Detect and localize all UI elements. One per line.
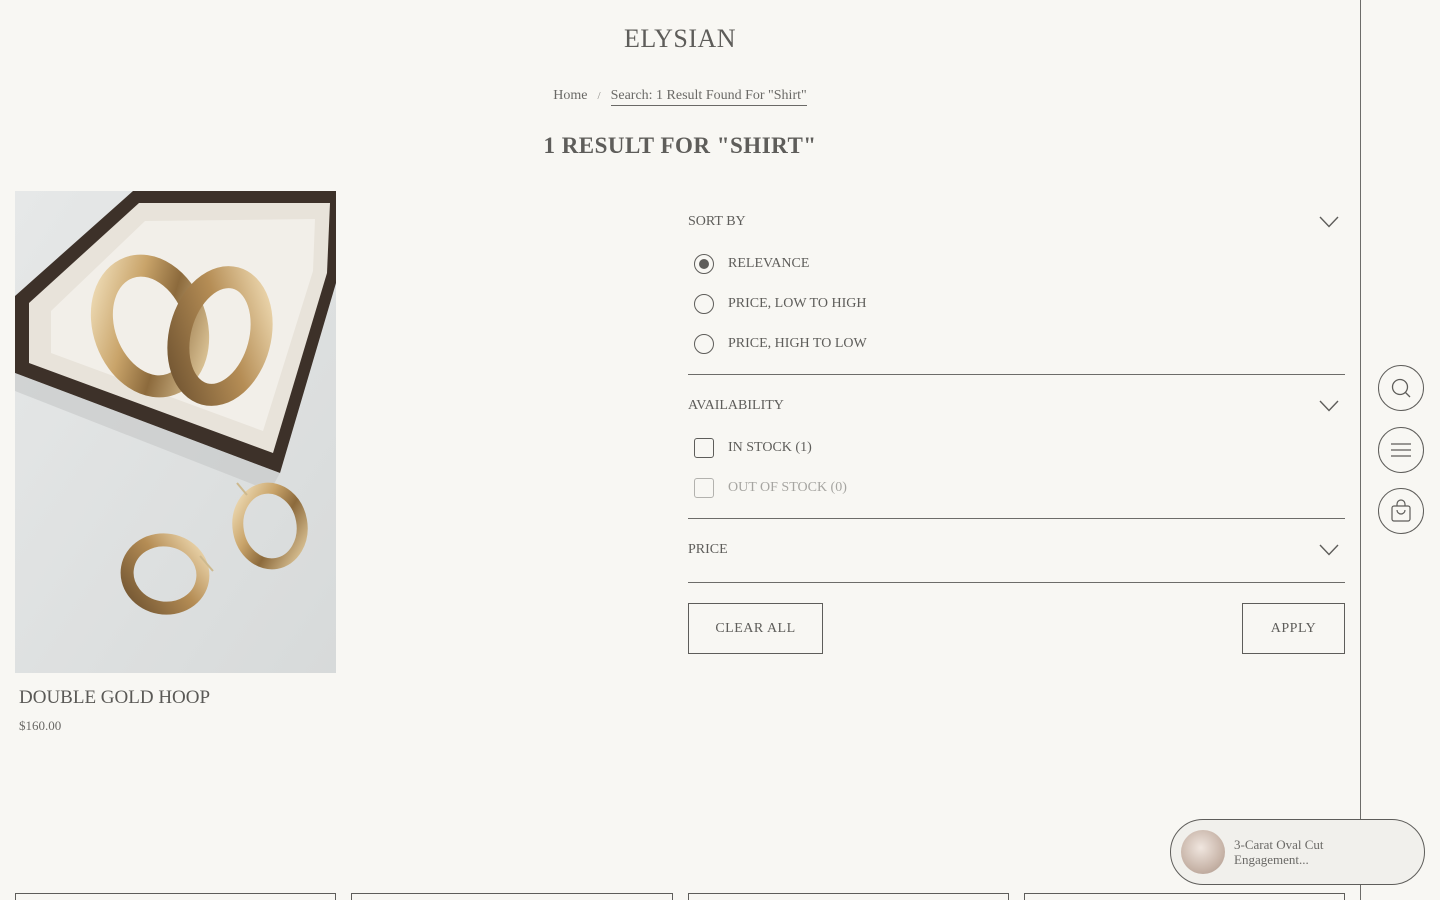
sort-section: SORT BY RELEVANCE PRICE, LOW TO HIGH PRI…: [688, 200, 1345, 375]
sort-option-label: PRICE, HIGH TO LOW: [728, 336, 867, 351]
search-icon: [1391, 378, 1411, 398]
clear-all-button[interactable]: CLEAR ALL: [688, 603, 823, 654]
availability-option-label: OUT OF STOCK (0): [728, 480, 847, 495]
availability-title: AVAILABILITY: [688, 398, 784, 413]
apply-button[interactable]: APPLY: [1242, 603, 1345, 654]
brand-logo[interactable]: ELYSIAN: [0, 24, 1360, 54]
availability-section: AVAILABILITY IN STOCK (1) OUT OF STOCK (…: [678, 384, 1345, 519]
price-header[interactable]: PRICE: [688, 528, 1345, 572]
recently-viewed-title: 3-Carat Oval Cut Engagement...: [1234, 837, 1324, 867]
product-name[interactable]: DOUBLE GOLD HOOP: [19, 687, 336, 709]
product-card[interactable]: DOUBLE GOLD HOOP $160.00: [15, 191, 336, 734]
availability-header[interactable]: AVAILABILITY: [688, 384, 1345, 428]
breadcrumb-current[interactable]: Search: 1 Result Found For "Shirt": [610, 88, 807, 106]
right-rail-divider: [1360, 0, 1361, 900]
availability-option-label: IN STOCK (1): [728, 440, 812, 455]
sort-option-price-low-high[interactable]: PRICE, LOW TO HIGH: [688, 284, 1345, 324]
menu-button[interactable]: [1378, 427, 1424, 473]
chevron-down-icon: [1319, 544, 1339, 556]
menu-icon: [1391, 443, 1411, 457]
recently-viewed-thumbnail: [1181, 830, 1225, 874]
product-card-partial[interactable]: [688, 893, 1009, 900]
page-title: 1 RESULT FOR "SHIRT": [543, 133, 817, 158]
recently-viewed-pill[interactable]: 3-Carat Oval Cut Engagement...: [1170, 819, 1425, 885]
radio-selected[interactable]: [694, 254, 714, 274]
chevron-down-icon: [1319, 216, 1339, 228]
breadcrumb-separator: /: [597, 90, 601, 102]
gold-hoop-earrings-image: [15, 191, 336, 673]
product-price: $160.00: [19, 718, 62, 733]
price-section: PRICE: [688, 528, 1345, 583]
search-button[interactable]: [1378, 365, 1424, 411]
breadcrumb: Home / Search: 1 Result Found For "Shirt": [0, 88, 1360, 106]
product-card-partial[interactable]: [15, 893, 336, 900]
sort-option-price-high-low[interactable]: PRICE, HIGH TO LOW: [688, 324, 1345, 364]
chevron-down-icon: [1319, 400, 1339, 412]
sort-option-relevance[interactable]: RELEVANCE: [688, 244, 1345, 284]
sort-option-label: PRICE, LOW TO HIGH: [728, 296, 867, 311]
availability-option-in-stock[interactable]: IN STOCK (1): [678, 428, 1345, 468]
product-image[interactable]: [15, 191, 336, 673]
radio-unselected[interactable]: [694, 294, 714, 314]
cart-button[interactable]: [1378, 488, 1424, 534]
checkbox[interactable]: [694, 438, 714, 458]
checkbox-disabled: [694, 478, 714, 498]
price-title: PRICE: [688, 542, 728, 557]
breadcrumb-home-link[interactable]: Home: [553, 88, 587, 103]
product-card-partial[interactable]: [351, 893, 673, 900]
cart-icon: [1391, 499, 1411, 522]
sort-option-label: RELEVANCE: [728, 256, 810, 271]
product-card-partial[interactable]: [1024, 893, 1345, 900]
availability-option-out-of-stock: OUT OF STOCK (0): [688, 468, 1345, 508]
filter-panel: SORT BY RELEVANCE PRICE, LOW TO HIGH PRI…: [678, 200, 1345, 654]
sort-title: SORT BY: [688, 214, 746, 229]
sort-header[interactable]: SORT BY: [688, 200, 1345, 244]
radio-unselected[interactable]: [694, 334, 714, 354]
